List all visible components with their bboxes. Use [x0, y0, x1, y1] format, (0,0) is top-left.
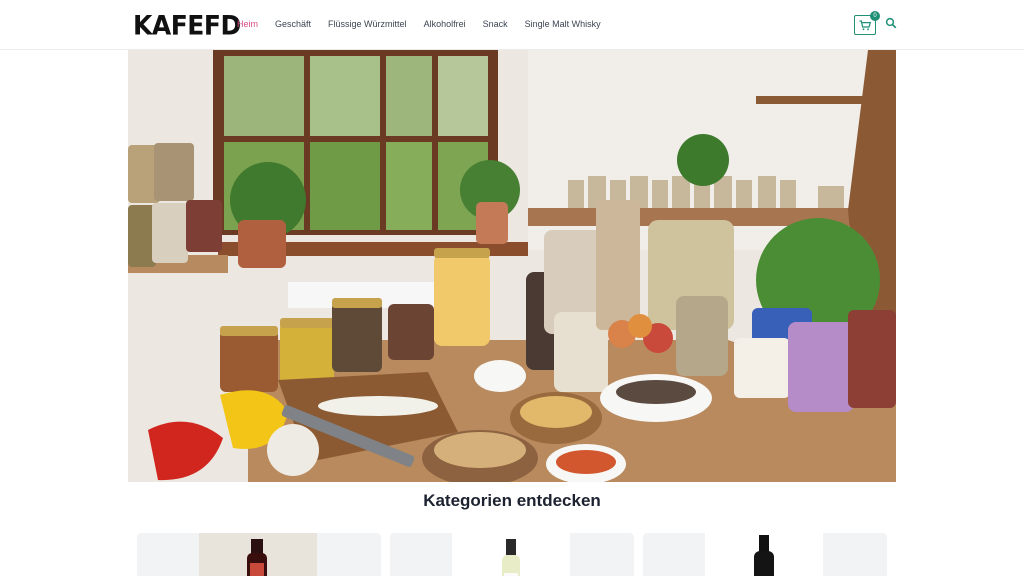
category-card[interactable] — [643, 533, 887, 576]
nav-item-geschaeft[interactable]: Geschäft — [275, 18, 311, 30]
dark-wine-bottle-image — [705, 533, 823, 576]
red-wine-bottle-image — [199, 533, 317, 576]
shopping-cart-icon — [859, 19, 871, 30]
section-title: Kategorien entdecken — [423, 491, 601, 510]
site-header: KAFEFD Heim Geschäft Flüssige Würzmittel… — [0, 0, 1024, 50]
nav-item-single-malt-whisky[interactable]: Single Malt Whisky — [525, 18, 601, 30]
search-icon[interactable] — [885, 17, 897, 29]
white-wine-bottle-image — [452, 533, 570, 576]
category-card[interactable] — [390, 533, 634, 576]
nav-item-fluessige-wuerzmittel[interactable]: Flüssige Würzmittel — [328, 18, 407, 30]
nav-item-snack[interactable]: Snack — [483, 18, 508, 30]
main-nav: Heim Geschäft Flüssige Würzmittel Alkoho… — [237, 18, 618, 30]
kitchen-pantry-illustration — [128, 50, 896, 482]
cart-button[interactable]: 0 — [854, 11, 880, 35]
site-logo[interactable]: KAFEFD — [133, 10, 241, 40]
category-card[interactable] — [137, 533, 381, 576]
nav-item-heim[interactable]: Heim — [237, 18, 258, 30]
hero-image — [128, 50, 896, 482]
cart-count-badge: 0 — [870, 11, 880, 21]
nav-item-alkoholfrei[interactable]: Alkoholfrei — [424, 18, 466, 30]
